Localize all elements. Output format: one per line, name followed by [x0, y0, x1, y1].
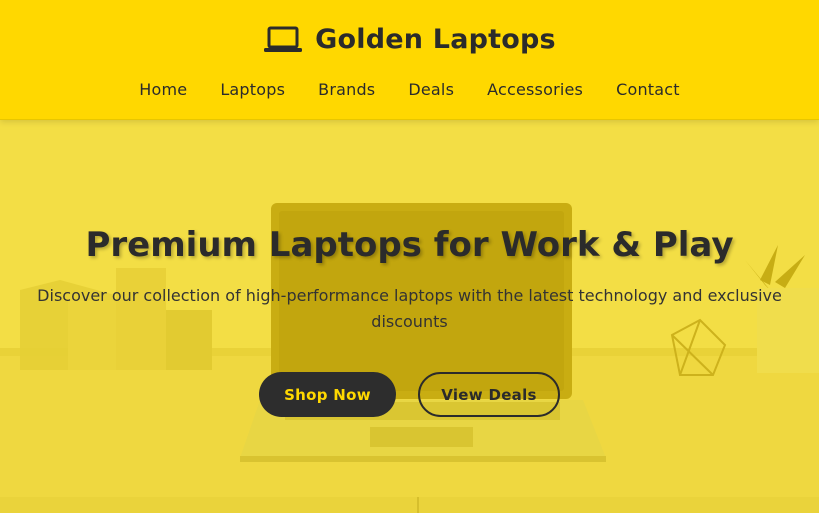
nav-home[interactable]: Home [139, 80, 187, 99]
nav-contact[interactable]: Contact [616, 80, 680, 99]
view-deals-button[interactable]: View Deals [418, 372, 560, 417]
brand[interactable]: Golden Laptops [0, 24, 819, 55]
site-header: Golden Laptops Home Laptops Brands Deals… [0, 0, 819, 120]
hero-section: Premium Laptops for Work & Play Discover… [0, 120, 819, 513]
hero-content: Premium Laptops for Work & Play Discover… [0, 225, 819, 335]
hero-subtitle: Discover our collection of high-performa… [37, 286, 782, 331]
laptop-icon [264, 26, 303, 52]
nav-accessories[interactable]: Accessories [487, 80, 583, 99]
main-nav: Home Laptops Brands Deals Accessories Co… [0, 80, 819, 99]
shop-now-button[interactable]: Shop Now [259, 372, 396, 417]
nav-brands[interactable]: Brands [318, 80, 375, 99]
hero-title: Premium Laptops for Work & Play [85, 225, 734, 265]
hero-buttons: Shop Now View Deals [0, 372, 819, 417]
brand-name: Golden Laptops [315, 24, 556, 55]
nav-laptops[interactable]: Laptops [220, 80, 285, 99]
nav-deals[interactable]: Deals [408, 80, 454, 99]
